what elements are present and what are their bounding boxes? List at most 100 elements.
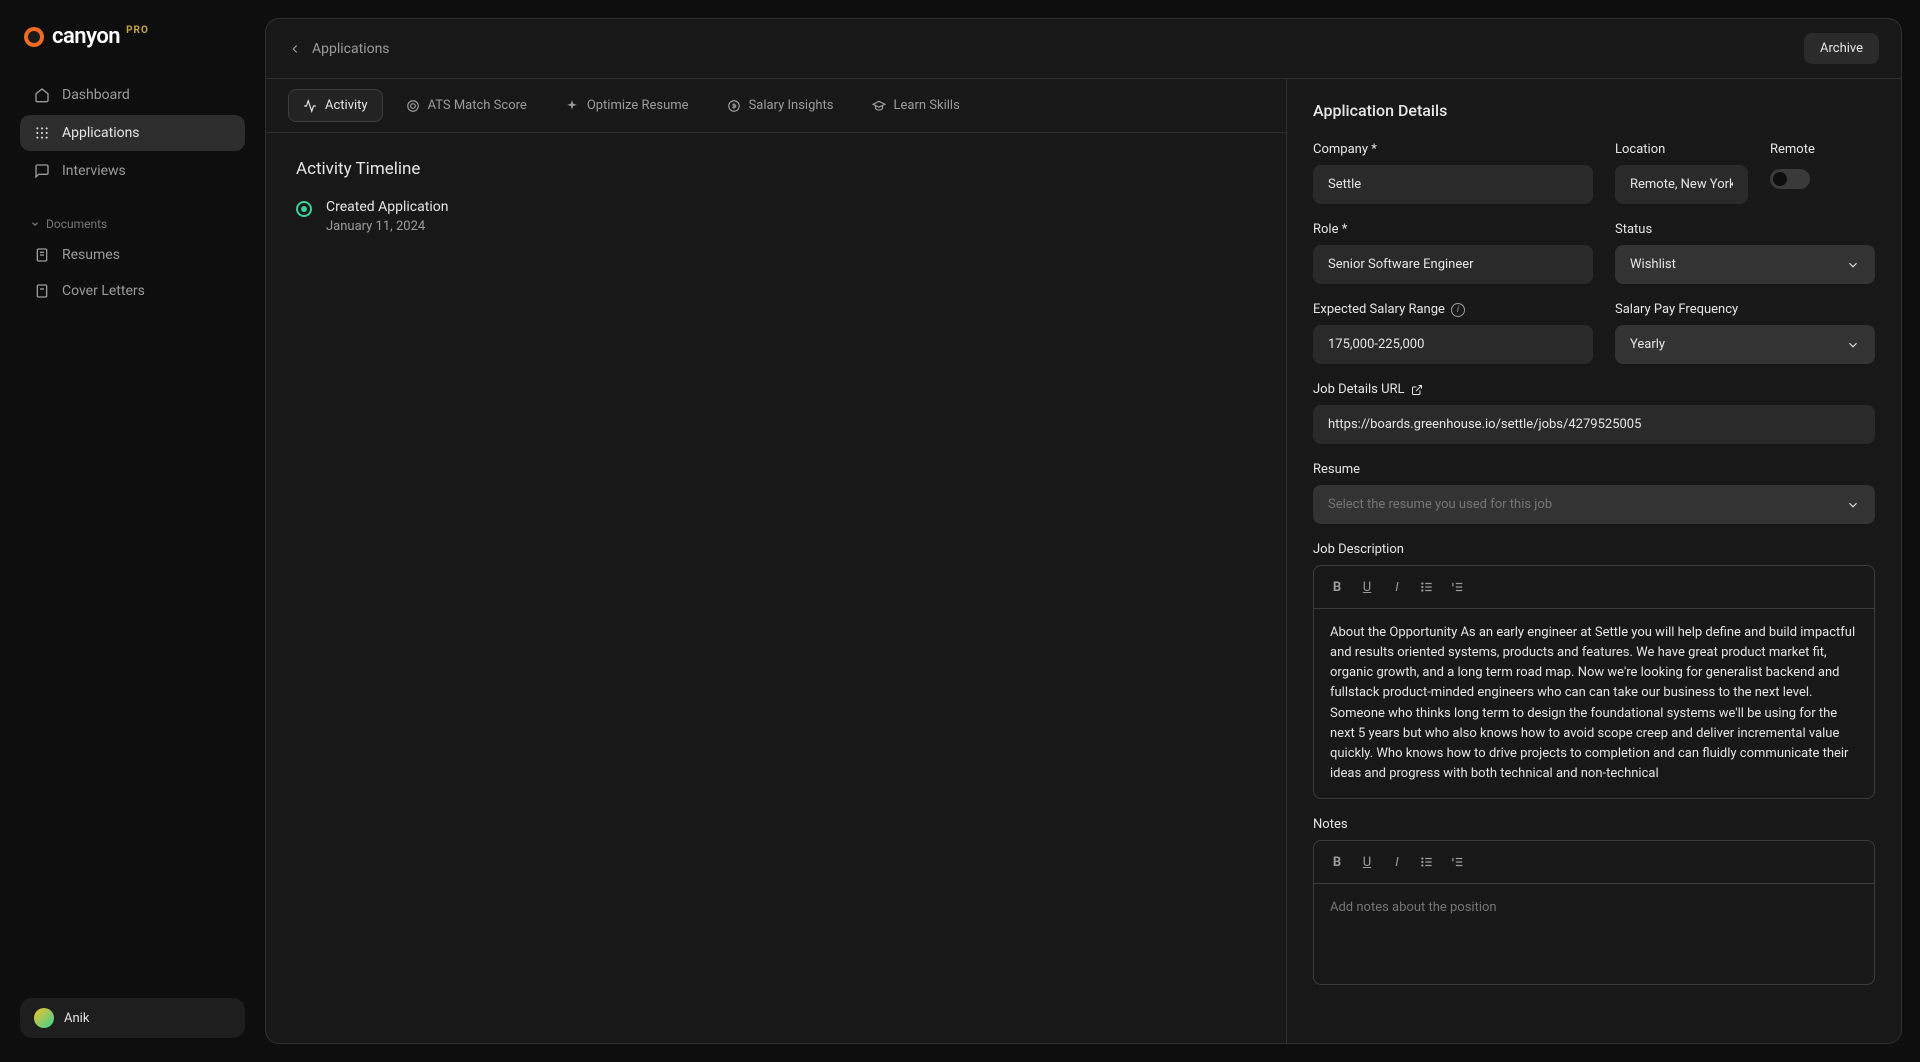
- activity-area: Activity Timeline Created Application Ja…: [266, 133, 1286, 260]
- bullet-list-icon: [1420, 855, 1434, 869]
- status-select[interactable]: Wishlist: [1615, 245, 1875, 284]
- notes-text[interactable]: Add notes about the position: [1314, 884, 1874, 984]
- ordered-list-icon: [1450, 580, 1464, 594]
- notes-editor: B U I Add notes: [1313, 840, 1875, 985]
- chevron-down-icon: [1846, 338, 1860, 352]
- brand-name: canyon: [52, 24, 120, 49]
- ordered-list-button[interactable]: [1444, 574, 1470, 600]
- tab-label: Learn Skills: [894, 98, 960, 113]
- info-icon[interactable]: i: [1451, 303, 1465, 317]
- tab-label: Salary Insights: [749, 98, 834, 113]
- expected-salary-input[interactable]: [1313, 325, 1593, 364]
- role-label: Role *: [1313, 222, 1593, 237]
- job-description-label: Job Description: [1313, 542, 1875, 557]
- job-url-input[interactable]: [1313, 405, 1875, 444]
- chevron-down-icon: [1846, 498, 1860, 512]
- resume-label: Resume: [1313, 462, 1875, 477]
- documents-header[interactable]: Documents: [20, 211, 245, 237]
- money-icon: [727, 99, 741, 113]
- archive-button[interactable]: Archive: [1804, 33, 1879, 64]
- activity-title: Activity Timeline: [296, 159, 1256, 179]
- salary-freq-value: Yearly: [1630, 337, 1665, 352]
- chevron-down-icon: [30, 219, 40, 229]
- documents-section: Documents Resumes Cover Letters: [20, 211, 245, 309]
- nav-label: Cover Letters: [62, 283, 145, 299]
- remote-toggle[interactable]: [1770, 169, 1810, 189]
- main-panel: Applications Archive Activity ATS Match …: [265, 18, 1902, 1044]
- tab-activity[interactable]: Activity: [288, 89, 383, 122]
- status-value: Wishlist: [1630, 257, 1676, 272]
- timeline-item-date: January 11, 2024: [326, 219, 448, 234]
- ordered-list-icon: [1450, 855, 1464, 869]
- role-input[interactable]: [1313, 245, 1593, 284]
- tab-optimize-resume[interactable]: Optimize Resume: [550, 89, 704, 122]
- location-label: Location: [1615, 142, 1748, 157]
- target-icon: [406, 99, 420, 113]
- nav-label: Resumes: [62, 247, 120, 263]
- activity-icon: [303, 99, 317, 113]
- timeline-item-title: Created Application: [326, 199, 448, 215]
- bullet-list-button[interactable]: [1414, 849, 1440, 875]
- location-input[interactable]: [1615, 165, 1748, 204]
- main-nav: Dashboard Applications Interviews: [20, 77, 245, 189]
- tabs: Activity ATS Match Score Optimize Resume…: [266, 79, 1286, 133]
- salary-freq-select[interactable]: Yearly: [1615, 325, 1875, 364]
- bold-button[interactable]: B: [1324, 574, 1350, 600]
- job-url-label: Job Details URL: [1313, 382, 1875, 397]
- external-link-icon[interactable]: [1411, 384, 1423, 396]
- tab-label: Activity: [325, 98, 368, 113]
- ordered-list-button[interactable]: [1444, 849, 1470, 875]
- resume-select[interactable]: Select the resume you used for this job: [1313, 485, 1875, 524]
- tab-label: Optimize Resume: [587, 98, 689, 113]
- brand-badge: PRO: [126, 25, 149, 36]
- notes-label: Notes: [1313, 817, 1875, 832]
- nav-label: Interviews: [62, 163, 126, 179]
- breadcrumb-label: Applications: [312, 41, 390, 57]
- underline-button[interactable]: U: [1354, 849, 1380, 875]
- editor-toolbar: B U I: [1314, 841, 1874, 884]
- salary-freq-label: Salary Pay Frequency: [1615, 302, 1875, 317]
- italic-button[interactable]: I: [1384, 849, 1410, 875]
- nav-item-cover-letters[interactable]: Cover Letters: [20, 273, 245, 309]
- user-menu[interactable]: Anik: [20, 998, 245, 1038]
- bold-button[interactable]: B: [1324, 849, 1350, 875]
- graduation-icon: [872, 99, 886, 113]
- breadcrumb[interactable]: Applications: [288, 41, 390, 57]
- brand-logo[interactable]: canyon PRO: [20, 24, 245, 49]
- bullet-list-button[interactable]: [1414, 574, 1440, 600]
- resume-placeholder: Select the resume you used for this job: [1328, 497, 1552, 512]
- chat-icon: [34, 163, 50, 179]
- panel-header: Applications Archive: [266, 19, 1901, 79]
- remote-label: Remote: [1770, 142, 1875, 157]
- page-icon: [34, 283, 50, 299]
- logo-icon: [24, 27, 44, 47]
- document-icon: [34, 247, 50, 263]
- tab-salary-insights[interactable]: Salary Insights: [712, 89, 849, 122]
- chevron-left-icon: [288, 42, 302, 56]
- salary-label: Expected Salary Range i: [1313, 302, 1593, 317]
- tab-label: ATS Match Score: [428, 98, 527, 113]
- company-input[interactable]: [1313, 165, 1593, 204]
- tab-learn-skills[interactable]: Learn Skills: [857, 89, 975, 122]
- underline-button[interactable]: U: [1354, 574, 1380, 600]
- job-description-editor: B U I About the Opportunity As an: [1313, 565, 1875, 799]
- nav-item-resumes[interactable]: Resumes: [20, 237, 245, 273]
- details-title: Application Details: [1313, 101, 1875, 120]
- user-name: Anik: [64, 1011, 89, 1026]
- job-description-text[interactable]: About the Opportunity As an early engine…: [1314, 609, 1874, 798]
- editor-toolbar: B U I: [1314, 566, 1874, 609]
- nav-label: Applications: [62, 125, 140, 141]
- status-label: Status: [1615, 222, 1875, 237]
- nav-item-interviews[interactable]: Interviews: [20, 153, 245, 189]
- tab-ats-match[interactable]: ATS Match Score: [391, 89, 542, 122]
- nav-item-dashboard[interactable]: Dashboard: [20, 77, 245, 113]
- chevron-down-icon: [1846, 258, 1860, 272]
- details-panel: Application Details Company * Location: [1286, 79, 1901, 1043]
- company-label: Company *: [1313, 142, 1593, 157]
- notes-placeholder: Add notes about the position: [1330, 900, 1497, 915]
- section-label: Documents: [46, 217, 107, 231]
- grid-icon: [34, 125, 50, 141]
- nav-item-applications[interactable]: Applications: [20, 115, 245, 151]
- avatar: [34, 1008, 54, 1028]
- italic-button[interactable]: I: [1384, 574, 1410, 600]
